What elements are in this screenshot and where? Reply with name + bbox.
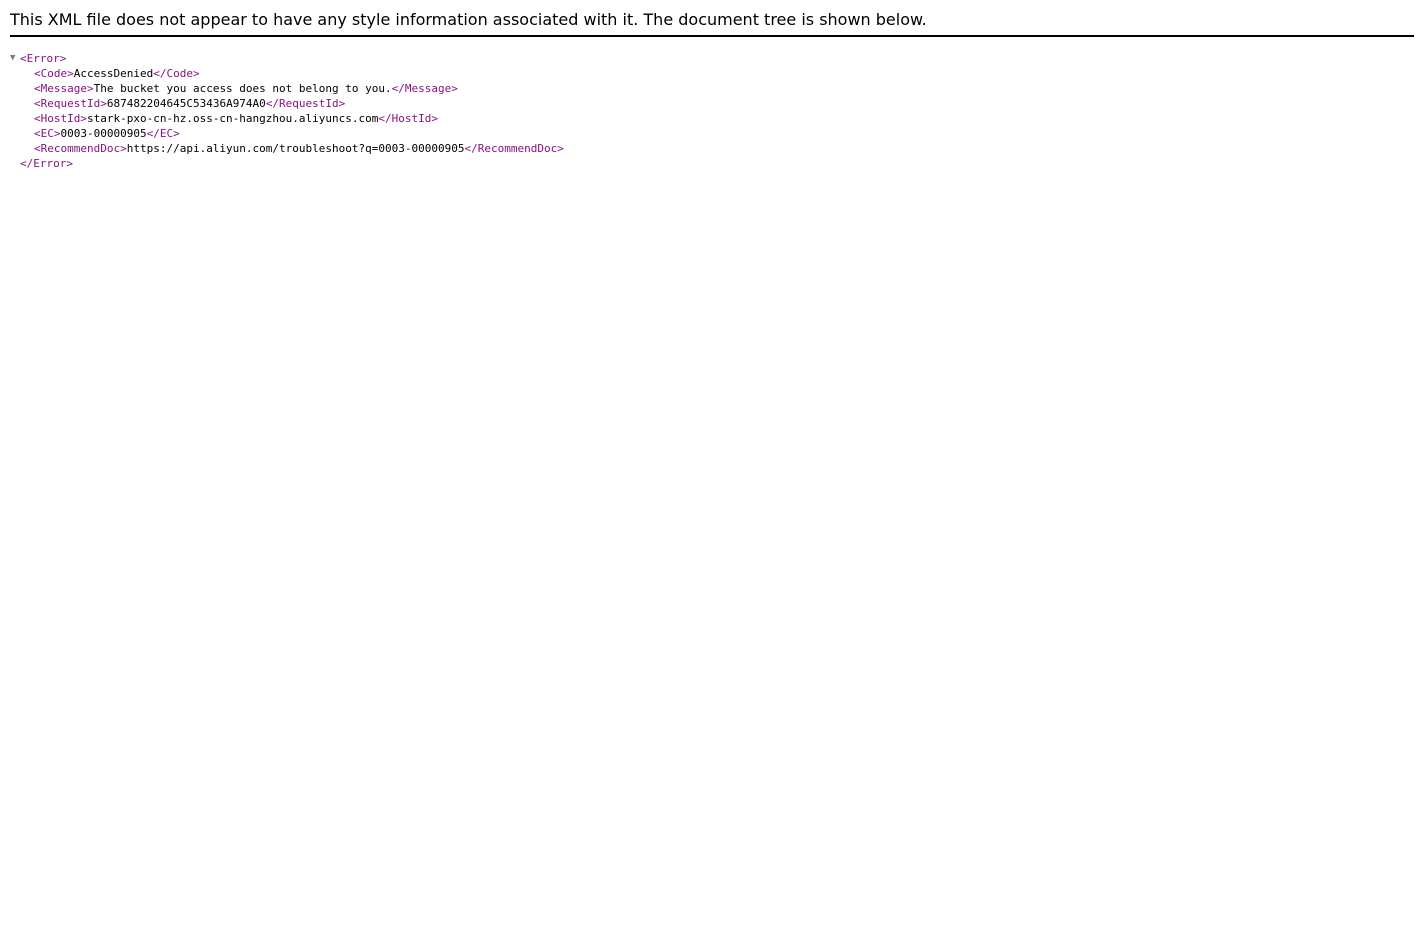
xml-element-recommenddoc: <RecommendDoc>https://api.aliyun.com/tro…: [10, 141, 564, 156]
xml-notice-header: This XML file does not appear to have an…: [10, 0, 1414, 37]
xml-element-message: <Message>The bucket you access does not …: [10, 81, 564, 96]
xml-open-tag: <Code>: [34, 67, 74, 80]
xml-text-value: 0003-00000905: [60, 127, 147, 140]
xml-notice-text: This XML file does not appear to have an…: [10, 10, 927, 29]
xml-text-value: AccessDenied: [73, 67, 154, 80]
xml-close-tag: </Code>: [153, 67, 200, 80]
xml-close-tag: </RecommendDoc>: [464, 142, 564, 155]
xml-element-requestid: <RequestId>687482204645C53436A974A0</Req…: [10, 96, 564, 111]
xml-text-value: https://api.aliyun.com/troubleshoot?q=00…: [126, 142, 465, 155]
xml-root-open-line: ▼ <Error>: [10, 51, 564, 66]
xml-open-tag: <RecommendDoc>: [34, 142, 127, 155]
xml-open-tag: <RequestId>: [34, 97, 107, 110]
xml-open-tag: <HostId>: [34, 112, 87, 125]
xml-text-value: The bucket you access does not belong to…: [93, 82, 392, 95]
xml-element-code: <Code>AccessDenied</Code>: [10, 66, 564, 81]
xml-text-value: 687482204645C53436A974A0: [106, 97, 266, 110]
xml-open-tag: <EC>: [34, 127, 61, 140]
xml-element-hostid: <HostId>stark-pxo-cn-hz.oss-cn-hangzhou.…: [10, 111, 564, 126]
xml-root-open-tag: <Error>: [20, 52, 67, 65]
xml-root-close-tag: </Error>: [20, 157, 73, 170]
xml-element-ec: <EC>0003-00000905</EC>: [10, 126, 564, 141]
collapse-triangle-icon[interactable]: ▼: [10, 51, 20, 66]
xml-close-tag: </Message>: [391, 82, 458, 95]
xml-text-value: stark-pxo-cn-hz.oss-cn-hangzhou.aliyuncs…: [86, 112, 379, 125]
xml-open-tag: <Message>: [34, 82, 94, 95]
xml-close-tag: </EC>: [146, 127, 180, 140]
xml-close-tag: </HostId>: [378, 112, 438, 125]
xml-close-tag: </RequestId>: [265, 97, 346, 110]
xml-document-tree: ▼ <Error> <Code>AccessDenied</Code> <Mess…: [10, 51, 564, 171]
xml-root-close-line: </Error>: [10, 156, 564, 171]
